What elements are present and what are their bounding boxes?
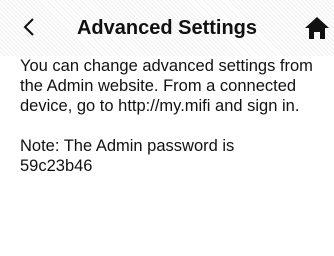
content-area: You can change advanced settings from th… <box>20 56 330 176</box>
back-button[interactable] <box>14 12 44 42</box>
admin-password-value: 59c23b46 <box>20 157 93 175</box>
info-line: the Admin website. From a connected <box>20 77 297 95</box>
page-title: Advanced Settings <box>76 17 258 39</box>
advanced-settings-screen: Advanced Settings You can change advance… <box>0 0 334 256</box>
home-button[interactable] <box>302 13 332 43</box>
home-icon <box>305 17 329 39</box>
header-bar: Advanced Settings <box>0 0 334 56</box>
info-line: device, go to http://my.mifi and sign in… <box>20 97 300 115</box>
info-line: You can change advanced settings from <box>20 57 313 75</box>
chevron-left-icon <box>23 18 34 36</box>
info-paragraph: You can change advanced settings from th… <box>20 56 330 116</box>
password-note: Note: The Admin password is 59c23b46 <box>20 136 330 176</box>
note-label: Note: The Admin password is <box>20 137 235 155</box>
